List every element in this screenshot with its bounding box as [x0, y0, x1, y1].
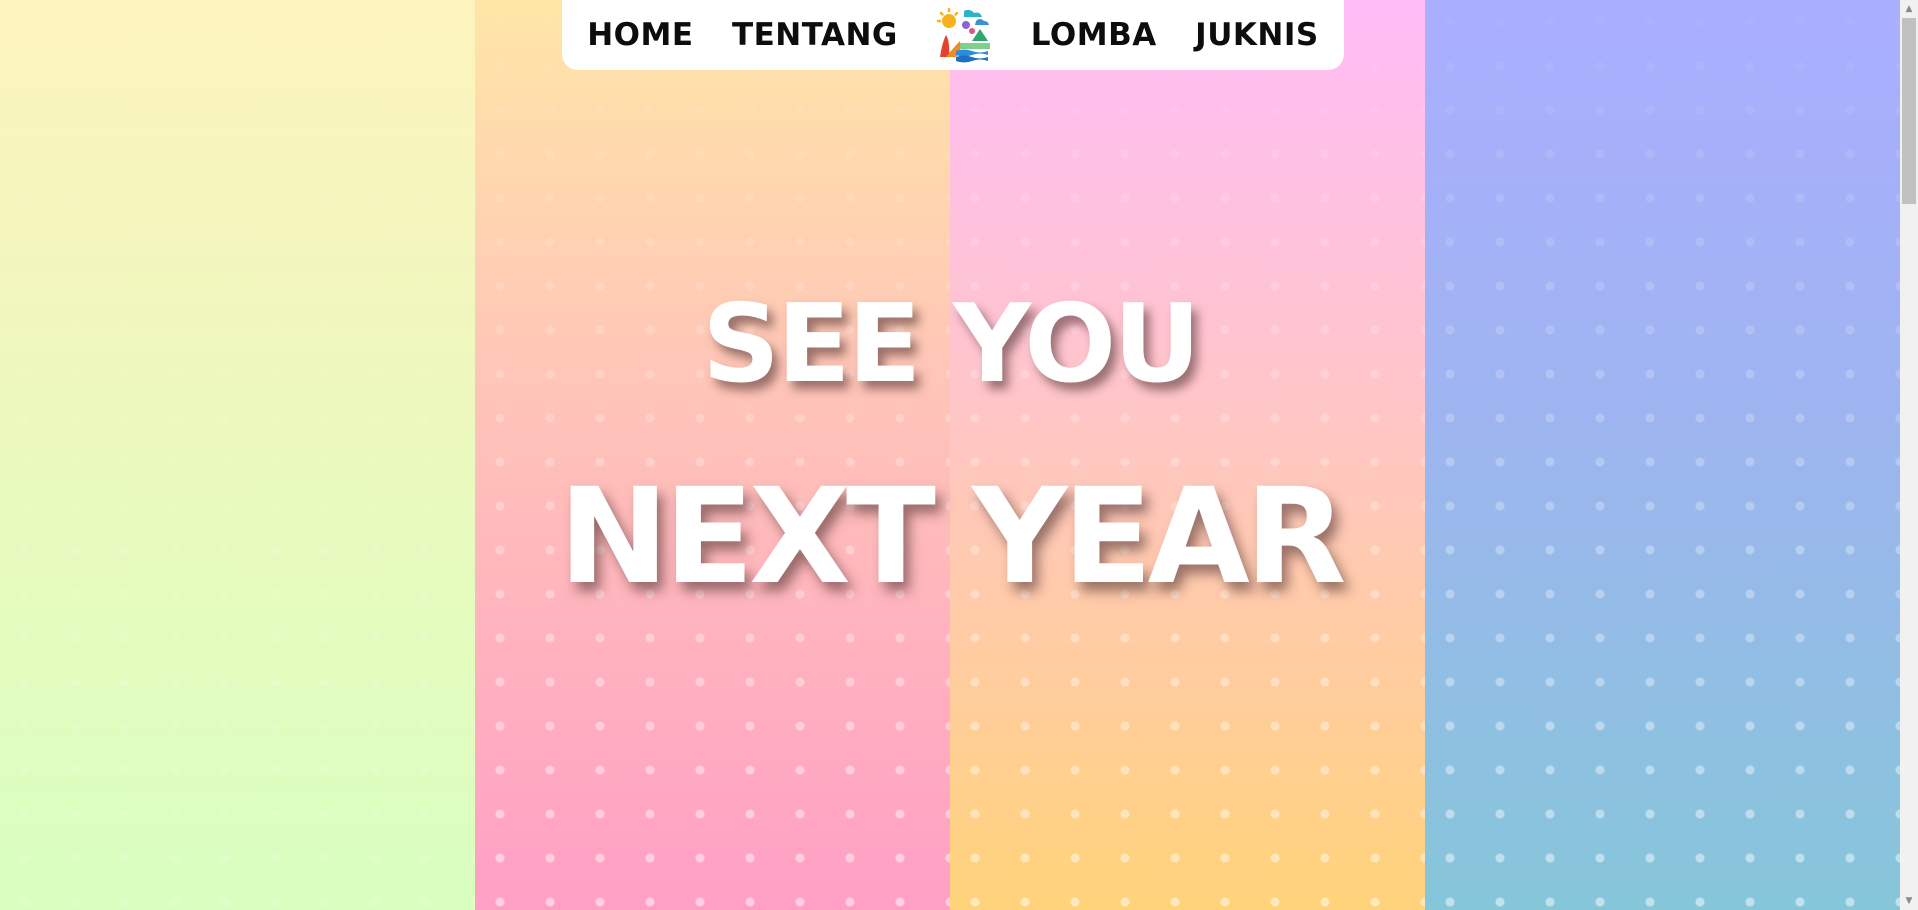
dot-pattern	[1425, 0, 1900, 910]
background-panel-yellow-green	[0, 0, 475, 910]
headline-next-year: NEXT YEAR	[558, 460, 1347, 614]
nav-link-lomba[interactable]: LOMBA	[1031, 17, 1157, 53]
background-panel-blue	[1425, 0, 1900, 910]
background-panel-peach-pink	[475, 0, 950, 910]
vertical-scrollbar[interactable]: ▲ ▼	[1900, 0, 1918, 910]
scrollbar-thumb[interactable]	[1902, 18, 1916, 204]
dot-pattern	[950, 0, 1425, 910]
nav-link-home[interactable]: HOME	[587, 17, 693, 53]
top-navigation: HOME TENTANG LOMBA JUKNIS	[562, 0, 1344, 70]
festival-logo-icon[interactable]	[936, 7, 993, 63]
background-panels	[0, 0, 1900, 910]
nav-link-juknis[interactable]: JUKNIS	[1195, 17, 1319, 53]
nav-link-tentang[interactable]: TENTANG	[732, 17, 898, 53]
background-panel-pink-orange	[950, 0, 1425, 910]
headline-see-you: SEE YOU	[702, 282, 1201, 407]
dot-pattern	[0, 0, 475, 910]
dot-pattern	[475, 0, 950, 910]
scroll-up-arrow-icon[interactable]: ▲	[1900, 2, 1918, 16]
scroll-down-arrow-icon[interactable]: ▼	[1900, 894, 1918, 908]
